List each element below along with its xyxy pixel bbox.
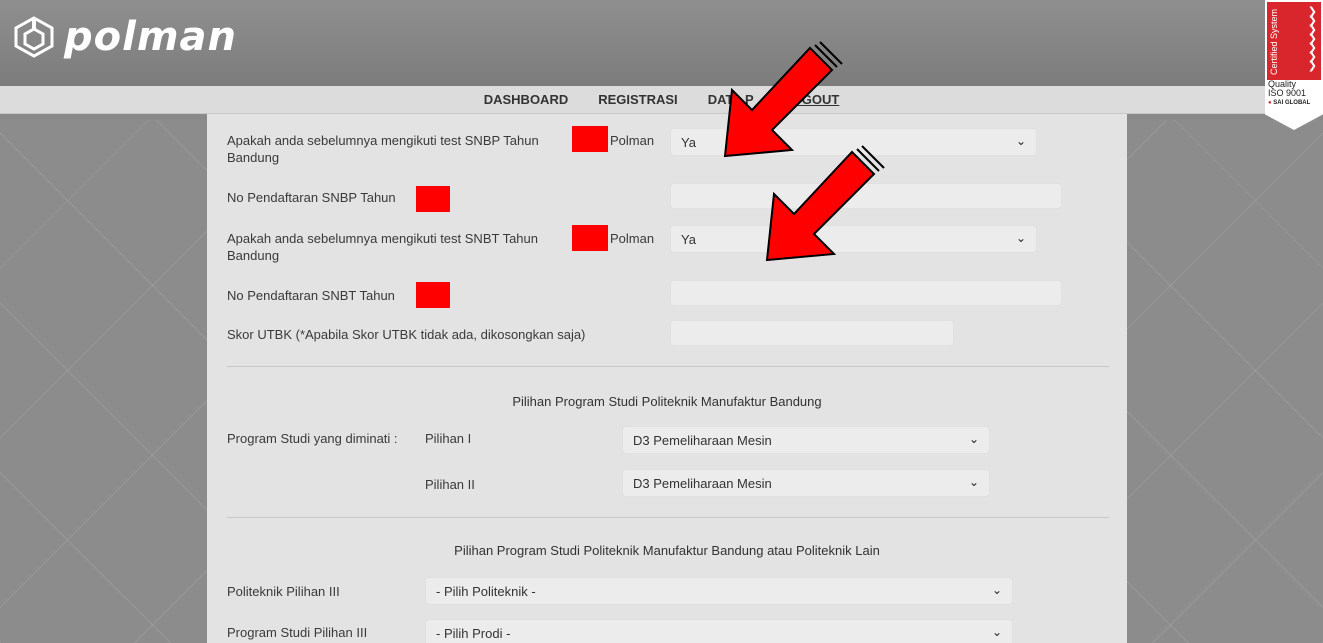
registration-form-panel: Apakah anda sebelumnya mengikuti test SN…: [207, 114, 1127, 643]
prodi3-value: - Pilih Prodi -: [436, 626, 511, 641]
cert-vertical-text: Certified System: [1269, 8, 1279, 76]
snbt-question-suffix: Polman: [610, 231, 655, 246]
snbp-question-suffix2: Bandung: [227, 150, 280, 165]
snbp-question-label: Apakah anda sebelumnya mengikuti test SN…: [227, 132, 539, 149]
section2-title: Pilihan Program Studi Politeknik Manufak…: [454, 543, 880, 558]
snbt-answer-value: Ya: [681, 232, 696, 247]
cert-sai-global: ● SAI GLOBAL: [1268, 100, 1311, 106]
redaction-box: [416, 282, 450, 308]
chevron-down-icon: ⌄: [991, 625, 1002, 639]
utbk-score-input[interactable]: [670, 320, 954, 346]
cert-chevrons-icon: ❯ ❯ ❯ ❯ ❯ ❯ ❯: [1307, 6, 1317, 72]
brand-name: polman: [64, 14, 237, 60]
poltek3-value: - Pilih Politeknik -: [436, 584, 536, 599]
pilihan2-select[interactable]: D3 Pemeliharaan Mesin ⌄: [622, 469, 990, 497]
main-navbar: DASHBOARD REGISTRASI DATA P LOGOUT: [0, 86, 1323, 114]
snbt-no-label: No Pendaftaran SNBT Tahun: [227, 288, 395, 303]
utbk-label: Skor UTBK (*Apabila Skor UTBK tidak ada,…: [227, 327, 586, 342]
cert-caption: Quality ISO 9001: [1268, 80, 1306, 98]
chevron-down-icon: ⌄: [1015, 134, 1026, 148]
chevron-down-icon: ⌄: [1015, 231, 1026, 245]
snbt-question-label: Apakah anda sebelumnya mengikuti test SN…: [227, 231, 538, 246]
pilihan1-label: Pilihan I: [425, 431, 472, 446]
prodi3-label: Program Studi Pilihan III: [227, 625, 368, 640]
cert-iso: ISO 9001: [1268, 88, 1307, 98]
iso-certification-badge: Certified System ❯ ❯ ❯ ❯ ❯ ❯ ❯ Quality ISO 900…: [1265, 0, 1323, 130]
nav-dashboard[interactable]: DASHBOARD: [469, 92, 584, 107]
red-arrow-annotation: [765, 145, 885, 262]
cert-red-band: Certified System ❯ ❯ ❯ ❯ ❯ ❯ ❯: [1267, 2, 1321, 80]
poltek3-label: Politeknik Pilihan III: [227, 584, 340, 599]
pilihan2-value: D3 Pemeliharaan Mesin: [633, 476, 772, 491]
chevron-down-icon: ⌄: [968, 475, 979, 489]
site-header: polman: [0, 0, 1323, 86]
polman-logo-icon: [14, 16, 54, 58]
pilihan1-select[interactable]: D3 Pemeliharaan Mesin ⌄: [622, 426, 990, 454]
section-divider: [227, 517, 1109, 518]
poltek3-select[interactable]: - Pilih Politeknik - ⌄: [425, 577, 1013, 605]
redaction-box: [416, 186, 450, 212]
redaction-box: [572, 126, 608, 152]
pilihan2-label: Pilihan II: [425, 477, 475, 492]
chevron-down-icon: ⌄: [991, 583, 1002, 597]
snbp-question-suffix: Polman: [610, 133, 655, 148]
snbt-no-input[interactable]: [670, 280, 1062, 306]
prodi3-select[interactable]: - Pilih Prodi - ⌄: [425, 619, 1013, 643]
snbt-question-suffix2: Bandung: [227, 248, 280, 263]
prodi-label: Program Studi yang diminati :: [227, 431, 398, 446]
nav-registrasi[interactable]: REGISTRASI: [583, 92, 692, 107]
section-divider: [227, 366, 1109, 367]
section1-title: Pilihan Program Studi Politeknik Manufak…: [512, 394, 822, 409]
snbp-no-label: No Pendaftaran SNBP Tahun: [227, 190, 396, 205]
polman-logo[interactable]: polman: [12, 12, 237, 62]
chevron-down-icon: ⌄: [968, 432, 979, 446]
snbp-question-text: Apakah anda sebelumnya mengikuti test SN…: [227, 133, 539, 148]
snbp-answer-value: Ya: [681, 135, 696, 150]
redaction-box: [572, 225, 608, 251]
cert-sai-text: SAI GLOBAL: [1273, 100, 1311, 106]
pilihan1-value: D3 Pemeliharaan Mesin: [633, 433, 772, 448]
